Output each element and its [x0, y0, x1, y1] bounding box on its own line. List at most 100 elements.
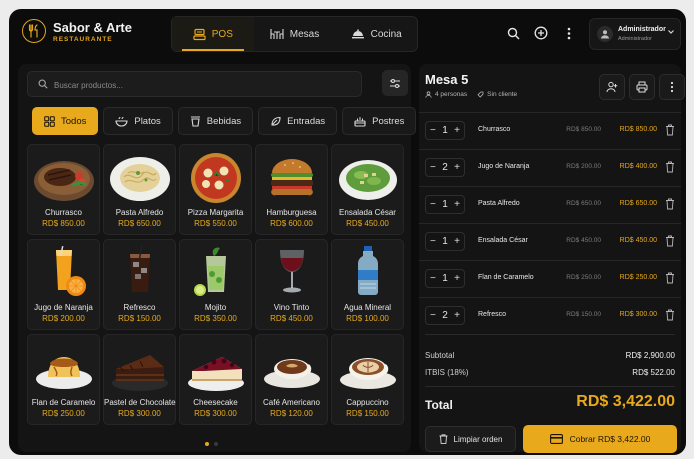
user-menu[interactable]: Administrador Administrador [589, 18, 681, 50]
add-circle-icon[interactable] [533, 25, 549, 41]
cappuccino-image [340, 358, 396, 389]
brand-name: Sabor & Arte [53, 20, 132, 35]
filter-button[interactable] [382, 70, 408, 96]
trash-icon[interactable] [665, 272, 675, 284]
minus-icon[interactable]: − [430, 273, 436, 284]
tax-row: ITBIS (18%) RD$ 522.00 [425, 368, 675, 377]
subtotal-row: Subtotal RD$ 2,900.00 [425, 351, 675, 360]
product-price: RD$ 200.00 [42, 314, 85, 323]
item-quantity: 1 [442, 273, 448, 284]
category-platos[interactable]: Platos [103, 107, 173, 135]
trash-icon[interactable] [665, 235, 675, 247]
print-button[interactable] [629, 74, 655, 100]
plus-icon[interactable]: + [454, 273, 460, 284]
choc-image [112, 355, 168, 391]
pos-app: Sabor & Arte RESTAURANTE POS Mesas Cocin… [9, 9, 686, 455]
product-card[interactable]: Agua Mineral RD$ 100.00 [331, 239, 404, 330]
trash-icon [439, 434, 448, 444]
plus-icon[interactable]: + [454, 125, 460, 136]
item-line-total: RD$ 450.00 [619, 237, 657, 244]
guest-count: 4 personas [435, 91, 468, 99]
product-card[interactable]: Vino Tinto RD$ 450.00 [255, 239, 328, 330]
category-postres[interactable]: Postres [342, 107, 417, 135]
product-price: RD$ 120.00 [270, 409, 313, 418]
minus-icon[interactable]: − [430, 162, 436, 173]
quantity-stepper: −2 + [425, 158, 465, 177]
product-price: RD$ 250.00 [42, 409, 85, 418]
product-price: RD$ 600.00 [270, 219, 313, 228]
trash-icon[interactable] [665, 161, 675, 173]
more-vertical-icon[interactable] [561, 25, 577, 41]
product-card[interactable]: Pastel de Chocolate RD$ 300.00 [103, 334, 176, 425]
search-icon [38, 79, 48, 89]
product-card[interactable]: Cheesecake RD$ 300.00 [179, 334, 252, 425]
soda-image [130, 246, 150, 292]
tab-cocina[interactable]: Cocina [335, 17, 417, 51]
trash-icon[interactable] [665, 198, 675, 210]
tab-mesas[interactable]: Mesas [254, 17, 336, 51]
product-name: Ensalada César [339, 208, 396, 217]
product-card[interactable]: Churrasco RD$ 850.00 [27, 144, 100, 235]
user-role: Administrador [618, 36, 652, 42]
product-card[interactable]: Flan de Caramelo RD$ 250.00 [27, 334, 100, 425]
page-dot-1[interactable] [205, 442, 209, 446]
burger-image [271, 159, 313, 196]
more-vertical-icon [670, 81, 674, 93]
user-add-icon [606, 81, 618, 93]
product-card[interactable]: Pasta Alfredo RD$ 650.00 [103, 144, 176, 235]
product-card[interactable]: Café Americano RD$ 120.00 [255, 334, 328, 425]
total-divider [425, 386, 675, 387]
category-tabs: Todos Platos Bebidas Entradas Postres [32, 107, 417, 137]
user-icon [425, 91, 432, 98]
tab-mesas-label: Mesas [289, 28, 320, 40]
order-item-row: −1 + Flan de Caramelo RD$ 250.00 RD$ 250.00 [419, 260, 681, 297]
product-card[interactable]: Cappuccino RD$ 150.00 [331, 334, 404, 425]
search-input[interactable] [52, 72, 356, 98]
plus-icon[interactable]: + [454, 162, 460, 173]
tax-label: ITBIS (18%) [425, 368, 469, 377]
product-grid: Churrasco RD$ 850.00 Pasta Alfredo RD$ 650.… [27, 144, 404, 425]
tag-icon [477, 91, 484, 98]
product-price: RD$ 150.00 [346, 409, 389, 418]
tab-cocina-label: Cocina [370, 28, 402, 40]
item-name: Refresco [478, 311, 507, 318]
grid-icon [44, 115, 55, 127]
category-todos[interactable]: Todos [32, 107, 99, 135]
item-quantity: 2 [442, 310, 448, 321]
add-customer-button[interactable] [599, 74, 625, 100]
product-card[interactable]: Hamburguesa RD$ 600.00 [255, 144, 328, 235]
category-bebidas[interactable]: Bebidas [177, 107, 254, 135]
product-card[interactable]: Refresco RD$ 150.00 [103, 239, 176, 330]
tab-pos[interactable]: POS [172, 17, 254, 51]
trash-icon[interactable] [665, 124, 675, 136]
item-unit-price: RD$ 150.00 [566, 311, 601, 318]
order-table-title: Mesa 5 [425, 72, 469, 87]
quantity-stepper: −2 + [425, 306, 465, 325]
minus-icon[interactable]: − [430, 310, 436, 321]
order-items: −1 + Churrasco RD$ 850.00 RD$ 850.00−2 + Jugo … [419, 112, 681, 334]
product-card[interactable]: Ensalada César RD$ 450.00 [331, 144, 404, 235]
minus-icon[interactable]: − [430, 199, 436, 210]
product-card[interactable]: Mojito RD$ 350.00 [179, 239, 252, 330]
trash-icon[interactable] [665, 309, 675, 321]
plus-icon[interactable]: + [454, 199, 460, 210]
search-icon[interactable] [505, 25, 521, 41]
product-card[interactable]: Jugo de Naranja RD$ 200.00 [27, 239, 100, 330]
plus-icon[interactable]: + [454, 236, 460, 247]
item-quantity: 1 [442, 199, 448, 210]
product-price: RD$ 300.00 [118, 409, 161, 418]
clear-order-button[interactable]: Limpiar orden [425, 426, 516, 452]
minus-icon[interactable]: − [430, 236, 436, 247]
sliders-icon [390, 78, 400, 88]
page-dot-2[interactable] [214, 442, 218, 446]
charge-button[interactable]: Cobrar RD$ 3,422.00 [523, 425, 677, 453]
product-card[interactable]: Pizza Margarita RD$ 550.00 [179, 144, 252, 235]
category-entradas[interactable]: Entradas [258, 107, 338, 135]
item-line-total: RD$ 650.00 [619, 200, 657, 207]
plus-icon[interactable]: + [454, 310, 460, 321]
product-price: RD$ 450.00 [346, 219, 389, 228]
mojito-image [194, 247, 226, 296]
minus-icon[interactable]: − [430, 125, 436, 136]
more-options-button[interactable] [659, 74, 685, 100]
order-meta: 4 personas Sin cliente [425, 91, 517, 98]
